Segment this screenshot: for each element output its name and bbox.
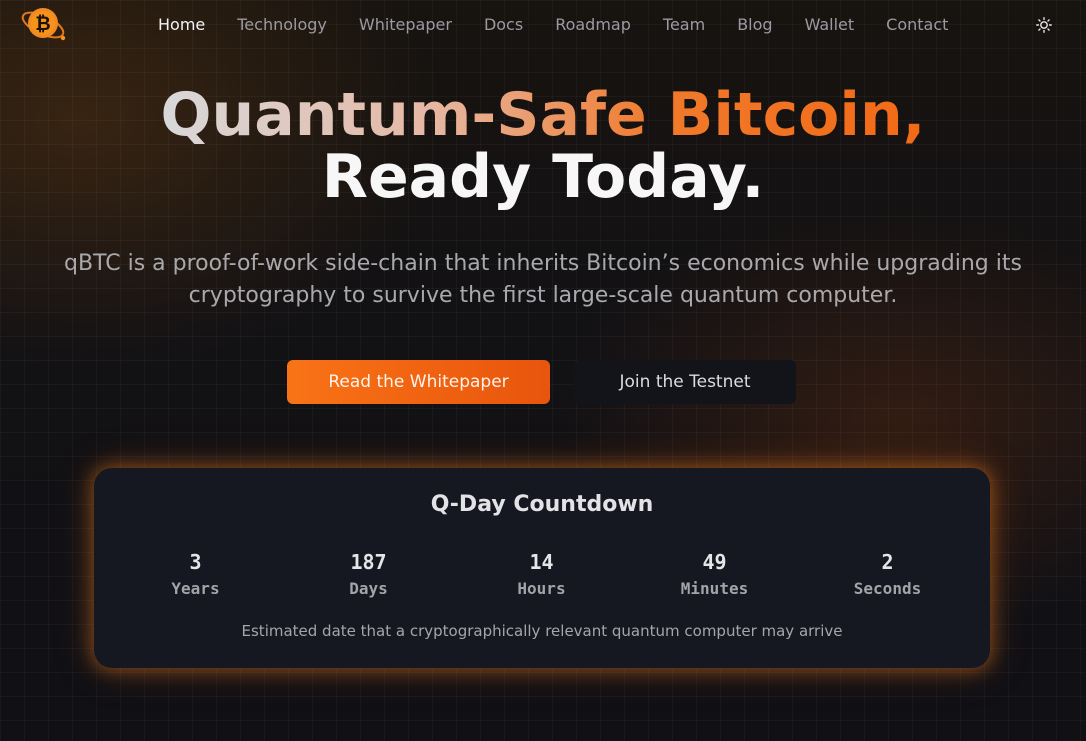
top-nav: ₿ Home Technology Whitepaper Docs Roadma… xyxy=(0,0,1086,50)
minutes-value: 49 xyxy=(702,550,727,574)
nav-contact[interactable]: Contact xyxy=(886,15,948,35)
nav-docs[interactable]: Docs xyxy=(484,15,523,35)
countdown-years: 3 Years xyxy=(109,550,282,599)
main-navigation: Home Technology Whitepaper Docs Roadmap … xyxy=(158,15,980,35)
hours-value: 14 xyxy=(529,550,554,574)
nav-whitepaper[interactable]: Whitepaper xyxy=(359,15,452,35)
countdown-seconds: 2 Seconds xyxy=(801,550,974,599)
bitcoin-logo-icon[interactable]: ₿ xyxy=(18,2,68,46)
countdown-title: Q-Day Countdown xyxy=(430,492,654,517)
nav-team[interactable]: Team xyxy=(663,15,705,35)
minutes-label: Minutes xyxy=(680,579,749,598)
hours-label: Hours xyxy=(517,579,566,598)
countdown-units: 3 Years 187 Days 14 Hours 49 Minutes 2 S… xyxy=(109,550,975,610)
read-whitepaper-button[interactable]: Read the Whitepaper xyxy=(287,360,550,404)
nav-technology[interactable]: Technology xyxy=(237,15,327,35)
seconds-label: Seconds xyxy=(853,579,922,598)
nav-wallet[interactable]: Wallet xyxy=(805,15,855,35)
hero-title-line2: Ready Today. xyxy=(321,142,765,212)
hero-subtitle: qBTC is a proof-of-work side-chain that … xyxy=(64,251,1022,308)
years-value: 3 xyxy=(189,550,202,574)
sun-icon[interactable] xyxy=(1033,14,1055,36)
countdown-note: Estimated date that a cryptographically … xyxy=(241,622,843,640)
nav-blog[interactable]: Blog xyxy=(737,15,772,35)
countdown-card: Q-Day Countdown 3 Years 187 Days 14 Hour… xyxy=(94,468,990,668)
days-label: Days xyxy=(349,579,388,598)
years-label: Years xyxy=(171,579,220,598)
countdown-days: 187 Days xyxy=(282,550,455,599)
nav-home[interactable]: Home xyxy=(158,15,205,35)
svg-text:₿: ₿ xyxy=(35,13,50,35)
hero-title: Quantum-Safe Bitcoin, Ready Today. xyxy=(0,84,1086,208)
seconds-value: 2 xyxy=(881,550,894,574)
join-testnet-button[interactable]: Join the Testnet xyxy=(574,360,796,404)
nav-roadmap[interactable]: Roadmap xyxy=(555,15,631,35)
countdown-minutes: 49 Minutes xyxy=(628,550,801,599)
countdown-hours: 14 Hours xyxy=(455,550,628,599)
hero-title-line1: Quantum-Safe Bitcoin, xyxy=(160,80,926,150)
days-value: 187 xyxy=(350,550,387,574)
